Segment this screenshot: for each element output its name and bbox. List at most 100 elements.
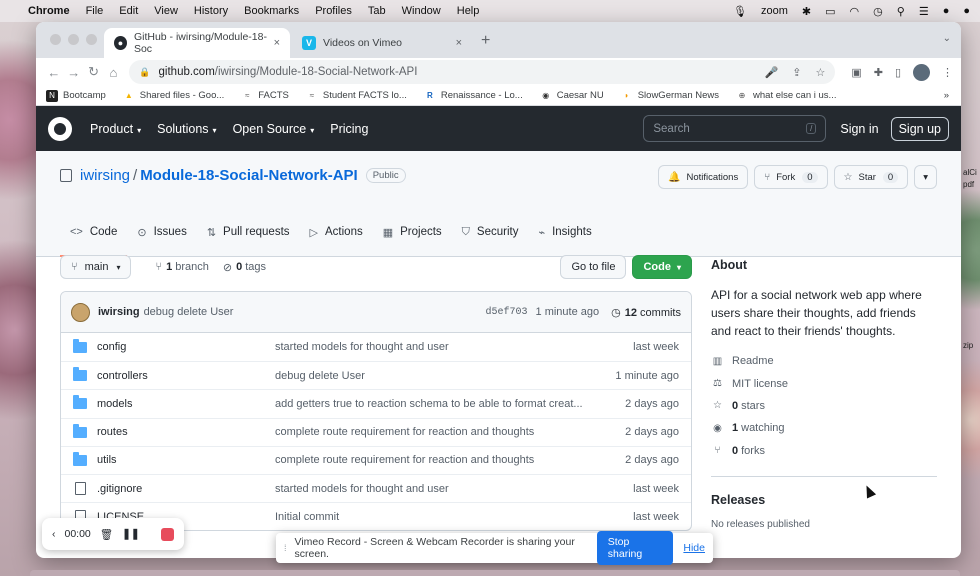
kebab-menu-icon[interactable]: ⋮: [942, 66, 953, 79]
tab-github[interactable]: ● GitHub - iwirsing/Module-18-Soc ×: [104, 28, 290, 58]
bookmark-item[interactable]: ≈ FACTS: [241, 90, 289, 102]
sign-up-button[interactable]: Sign up: [890, 116, 949, 141]
releases-heading[interactable]: Releases: [711, 493, 937, 507]
nav-solutions[interactable]: Solutions ▾: [157, 122, 216, 136]
github-logo-icon[interactable]: [48, 116, 72, 141]
search-input[interactable]: Search /: [643, 115, 827, 142]
forks-link[interactable]: ⑂ 0 forks: [711, 440, 937, 462]
reload-icon[interactable]: ↻: [84, 64, 104, 80]
tab-vimeo[interactable]: V Videos on Vimeo ×: [292, 28, 472, 58]
tab-search-chevron-icon[interactable]: ⌄: [943, 33, 951, 44]
commit-message-link[interactable]: Initial commit: [275, 511, 595, 523]
file-name-link[interactable]: config: [97, 341, 275, 353]
zoom-window-button[interactable]: [86, 34, 97, 45]
branches-link[interactable]: ⑂ 1 branch: [155, 261, 208, 273]
menu-bookmarks[interactable]: Bookmarks: [244, 5, 299, 17]
user-icon[interactable]: ●: [963, 5, 970, 17]
hide-link[interactable]: Hide: [683, 542, 705, 554]
repo-owner-link[interactable]: iwirsing: [80, 167, 130, 184]
file-name-link[interactable]: routes: [97, 426, 275, 438]
drag-handle-icon[interactable]: ⁞: [284, 543, 287, 553]
commit-message-link[interactable]: add getters true to reaction schema to b…: [275, 398, 595, 410]
readme-link[interactable]: ▥ Readme: [711, 350, 937, 372]
minimize-window-button[interactable]: [68, 34, 79, 45]
menu-chrome[interactable]: Chrome: [28, 5, 70, 17]
collapse-chevron-icon[interactable]: ‹: [52, 528, 56, 540]
stop-sharing-button[interactable]: Stop sharing: [596, 531, 674, 565]
avatar[interactable]: [71, 302, 90, 322]
siri-icon[interactable]: ●: [943, 5, 950, 17]
tab-security[interactable]: ⛉ Security: [452, 207, 529, 257]
microphone-icon[interactable]: 🎙: [733, 5, 747, 18]
commits-link[interactable]: ◷ 12 commits: [611, 306, 681, 319]
sign-in-link[interactable]: Sign in: [840, 122, 878, 136]
new-tab-button[interactable]: +: [481, 32, 490, 50]
bookmark-item[interactable]: ⊕ what else can i us...: [736, 90, 837, 102]
stars-link[interactable]: ☆ 0 stars: [711, 395, 937, 417]
tab-close-icon[interactable]: ×: [456, 37, 462, 49]
star-button[interactable]: ☆ Star 0: [833, 165, 909, 189]
stop-recording-button[interactable]: [161, 527, 174, 541]
tab-projects[interactable]: ▦ Projects: [373, 207, 452, 257]
nav-open-source[interactable]: Open Source ▾: [233, 122, 315, 136]
tab-close-icon[interactable]: ×: [274, 37, 280, 49]
bluetooth-icon[interactable]: ✱: [802, 5, 811, 18]
forward-arrow-icon[interactable]: →: [64, 65, 84, 80]
nav-pricing[interactable]: Pricing: [330, 122, 368, 136]
trash-icon[interactable]: 🗑: [100, 528, 113, 541]
bookmark-star-icon[interactable]: ☆: [815, 66, 825, 79]
file-name-link[interactable]: controllers: [97, 370, 275, 382]
tab-code[interactable]: <> Code: [60, 207, 128, 257]
bookmark-item[interactable]: ◗ SlowGerman News: [621, 90, 719, 102]
menu-profiles[interactable]: Profiles: [315, 5, 352, 17]
bookmark-item[interactable]: ▲ Shared files - Goo...: [123, 90, 224, 102]
license-link[interactable]: ⚖ MIT license: [711, 372, 937, 394]
file-name-link[interactable]: models: [97, 398, 275, 410]
menu-help[interactable]: Help: [457, 5, 480, 17]
menu-window[interactable]: Window: [402, 5, 441, 17]
commit-author[interactable]: iwirsing: [98, 306, 140, 318]
bookmark-item[interactable]: ◉ Caesar NU: [540, 90, 604, 102]
commit-message-link[interactable]: debug delete User: [275, 370, 595, 382]
bookmark-item[interactable]: ≈ Student FACTS lo...: [306, 90, 407, 102]
menu-history[interactable]: History: [194, 5, 228, 17]
menu-view[interactable]: View: [154, 5, 178, 17]
bookmark-item[interactable]: N Bootcamp: [46, 89, 106, 102]
commit-sha[interactable]: d5ef703: [486, 307, 528, 318]
back-arrow-icon[interactable]: ←: [44, 65, 64, 80]
bookmarks-overflow-icon[interactable]: »: [944, 90, 949, 101]
commit-message[interactable]: debug delete User: [144, 306, 234, 318]
lock-icon[interactable]: 🔒: [139, 67, 150, 78]
wifi-icon[interactable]: ◠: [850, 5, 860, 18]
profile-avatar[interactable]: [913, 63, 930, 81]
home-icon[interactable]: ⌂: [103, 65, 123, 80]
commit-message-link[interactable]: started models for thought and user: [275, 341, 595, 353]
nav-product[interactable]: Product ▾: [90, 122, 141, 136]
microphone-icon[interactable]: 🎤: [765, 66, 779, 79]
bookmark-item[interactable]: R Renaissance - Lo...: [424, 90, 523, 102]
commit-message-link[interactable]: complete route requirement for reaction …: [275, 426, 595, 438]
file-name-link[interactable]: .gitignore: [97, 483, 275, 495]
battery-icon[interactable]: ▭: [825, 5, 835, 18]
tags-link[interactable]: ⊘ 0 tags: [223, 261, 266, 274]
address-bar[interactable]: 🔒 github.com/iwirsing/Module-18-Social-N…: [129, 60, 836, 84]
go-to-file-button[interactable]: Go to file: [560, 255, 627, 279]
extension-icon[interactable]: ▣: [851, 66, 861, 79]
repo-name-link[interactable]: Module-18-Social-Network-API: [140, 167, 358, 184]
spotlight-icon[interactable]: ⚲: [897, 5, 905, 18]
tab-pull-requests[interactable]: ⇅ Pull requests: [197, 207, 300, 257]
menu-file[interactable]: File: [86, 5, 104, 17]
watching-link[interactable]: ◉ 1 watching: [711, 417, 937, 439]
sidebar-icon[interactable]: ▯: [895, 66, 901, 79]
control-center-icon[interactable]: ☰: [919, 5, 929, 18]
fork-button[interactable]: ⑂ Fork 0: [754, 165, 828, 189]
share-icon[interactable]: ⇪: [792, 66, 801, 79]
commit-message-link[interactable]: complete route requirement for reaction …: [275, 454, 595, 466]
tab-actions[interactable]: ▷ Actions: [300, 207, 373, 257]
commit-message-link[interactable]: started models for thought and user: [275, 483, 595, 495]
desktop-file-label[interactable]: alCi: [963, 168, 977, 177]
menu-tab[interactable]: Tab: [368, 5, 386, 17]
tab-insights[interactable]: ⌁ Insights: [528, 207, 601, 257]
menu-edit[interactable]: Edit: [119, 5, 138, 17]
pause-icon[interactable]: ❚❚: [122, 528, 140, 540]
